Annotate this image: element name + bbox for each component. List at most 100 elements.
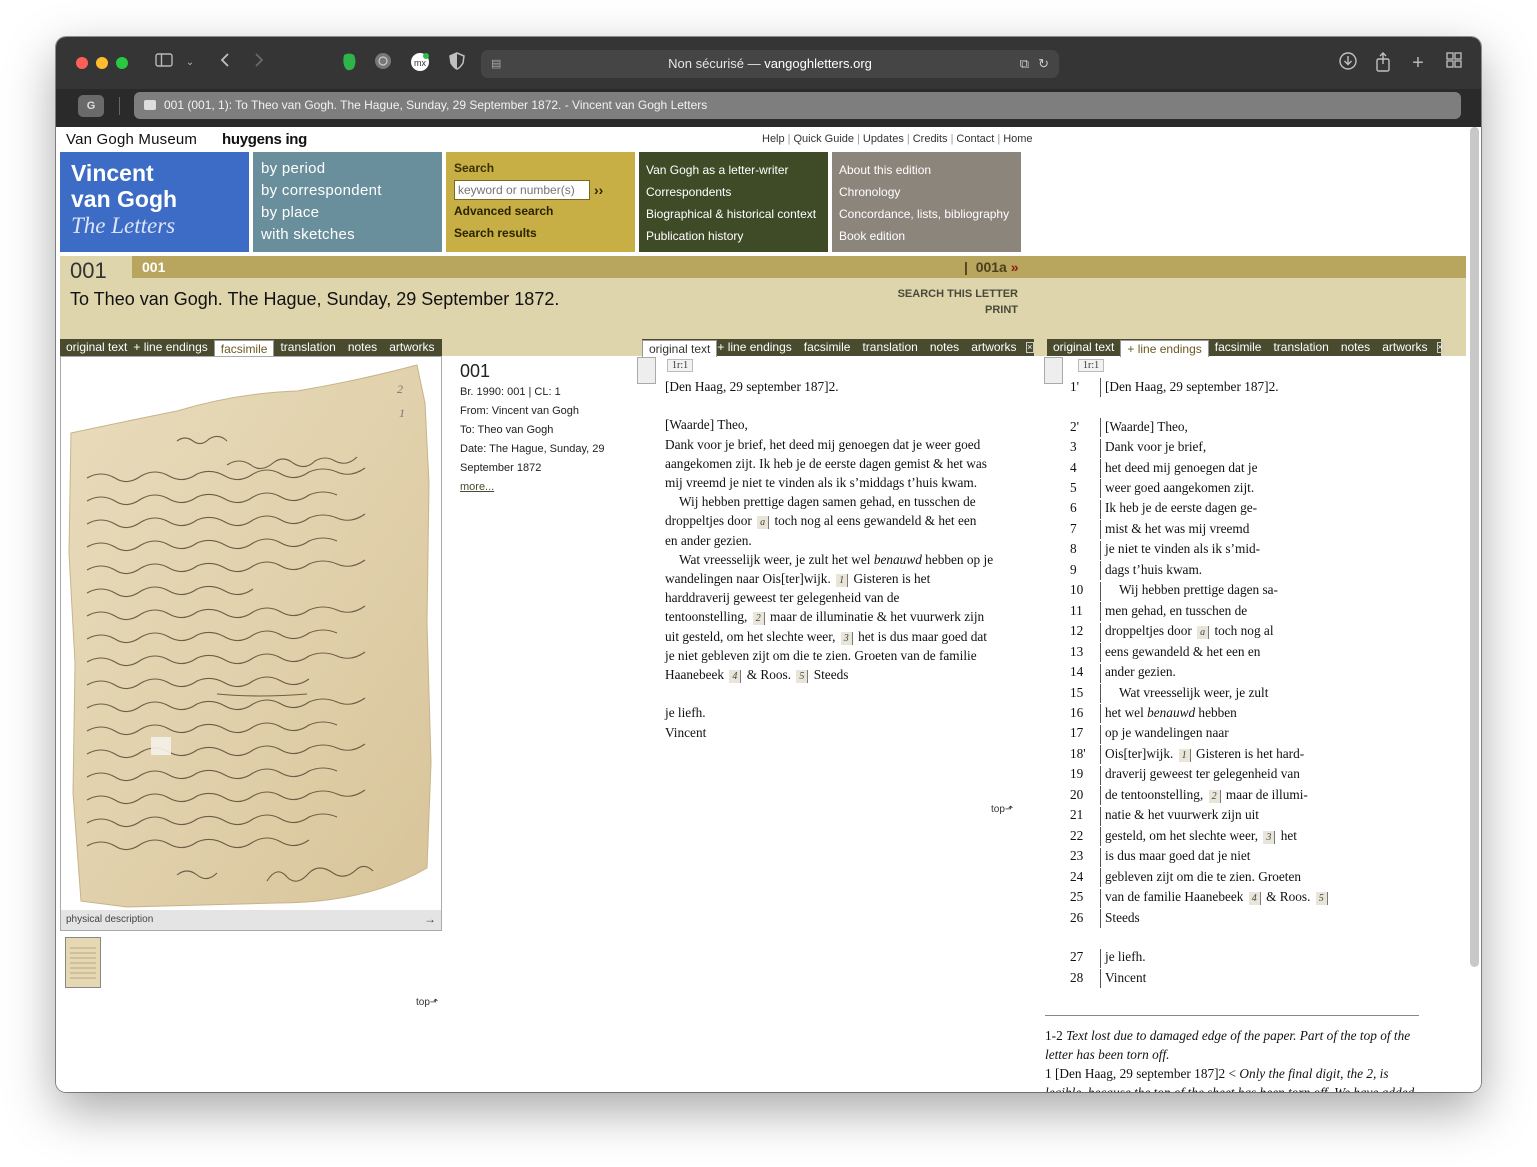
download-icon[interactable] xyxy=(1338,52,1358,74)
close-window-button[interactable] xyxy=(76,57,88,69)
new-tab-icon[interactable]: + xyxy=(1408,52,1428,74)
by-period-link[interactable]: by period xyxy=(261,158,434,180)
tab-notes[interactable]: notes xyxy=(1335,339,1376,356)
site-title-block[interactable]: Vincent van Gogh The Letters xyxy=(60,152,249,252)
arrow-right-icon[interactable]: → xyxy=(424,912,436,926)
tab-artworks[interactable]: artworks xyxy=(383,339,440,356)
van-gogh-museum-logo[interactable]: Van Gogh Museum xyxy=(66,131,197,148)
note-marker-2[interactable]: 2 xyxy=(752,612,765,626)
sidebar-icon[interactable] xyxy=(153,52,175,74)
note-marker-1[interactable]: 1 xyxy=(1178,748,1191,762)
advanced-search-link[interactable]: Advanced search xyxy=(454,200,627,222)
evernote-icon[interactable] xyxy=(338,52,360,74)
text-segment: het is dus maar goed dat xyxy=(858,628,987,644)
physical-description-bar[interactable]: physical description → xyxy=(61,910,441,930)
tab-facsimile[interactable]: facsimile xyxy=(213,340,275,357)
tab-translation[interactable]: translation xyxy=(274,339,341,356)
address-bar[interactable]: ▤ Non sécurisé — vangoghletters.org ⧉ ↻ xyxy=(481,50,1059,78)
facsimile-image[interactable]: 2 1 xyxy=(67,363,435,908)
updates-link[interactable]: Updates xyxy=(863,133,904,145)
home-link[interactable]: Home xyxy=(1003,133,1032,145)
page-thumbnail-icon[interactable] xyxy=(1044,357,1063,384)
huygens-logo[interactable]: huygens ing xyxy=(222,131,307,148)
correspondents-link[interactable]: Correspondents xyxy=(646,181,821,203)
note-marker-2[interactable]: 2 xyxy=(1208,789,1221,803)
tab-line-endings[interactable]: + line endings xyxy=(717,339,797,356)
translate-icon[interactable]: ⧉ xyxy=(1020,50,1029,78)
next-letter-link[interactable]: | 001a » xyxy=(964,259,1019,275)
by-place-link[interactable]: by place xyxy=(261,202,434,224)
book-edition-link[interactable]: Book edition xyxy=(839,225,1014,247)
note-marker-1[interactable]: 1 xyxy=(836,574,849,588)
minimize-window-button[interactable] xyxy=(96,57,108,69)
top-link-middle[interactable]: top⬏ xyxy=(991,804,1013,815)
note-marker-3[interactable]: 3 xyxy=(1263,830,1276,844)
credits-link[interactable]: Credits xyxy=(913,133,948,145)
tab-original-text[interactable]: original text xyxy=(1047,339,1120,356)
tab-original-text[interactable]: original text xyxy=(60,339,133,356)
publication-history-link[interactable]: Publication history xyxy=(646,225,821,247)
extension-mx-icon[interactable]: mx xyxy=(409,52,431,74)
tab-line-endings[interactable]: + line endings xyxy=(133,339,213,356)
chronology-link[interactable]: Chronology xyxy=(839,181,1014,203)
note-marker-3[interactable]: 3 xyxy=(840,631,853,645)
more-link[interactable]: more... xyxy=(460,478,635,497)
note-marker-4[interactable]: 4 xyxy=(1248,892,1261,906)
close-panel-button[interactable]: × xyxy=(1025,342,1034,353)
search-input[interactable] xyxy=(454,180,590,200)
line-number: 24 xyxy=(1070,868,1084,884)
line-row: 6 Ik heb je de eerste dagen ge- xyxy=(1070,498,1430,519)
tab-artworks[interactable]: artworks xyxy=(1376,339,1433,356)
line-text: [Den Haag, 29 september 187]2. xyxy=(1105,379,1279,394)
line-bar xyxy=(1100,724,1101,744)
close-panel-button[interactable]: × xyxy=(1436,342,1444,353)
note-marker-5[interactable]: 5 xyxy=(796,670,809,684)
tab-notes[interactable]: notes xyxy=(342,339,383,356)
line-bar xyxy=(1100,418,1101,438)
tab-line-endings[interactable]: + line endings xyxy=(1120,340,1209,357)
with-sketches-link[interactable]: with sketches xyxy=(261,224,434,246)
chevron-down-icon[interactable]: ⌄ xyxy=(184,52,196,74)
tab-notes[interactable]: notes xyxy=(924,339,965,356)
search-go-button[interactable]: ›› xyxy=(594,182,603,198)
scrollbar[interactable] xyxy=(1470,127,1479,967)
tab-translation[interactable]: translation xyxy=(1267,339,1334,356)
print-link[interactable]: PRINT xyxy=(856,302,1018,318)
search-results-link[interactable]: Search results xyxy=(454,222,627,244)
note-marker-a[interactable]: a xyxy=(1197,626,1210,640)
tab-facsimile[interactable]: facsimile xyxy=(798,339,857,356)
back-icon[interactable] xyxy=(216,52,234,74)
tab-original-text[interactable]: original text xyxy=(642,340,718,357)
meta-number: 001 xyxy=(460,361,491,381)
search-this-letter-link[interactable]: SEARCH THIS LETTER xyxy=(856,286,1018,302)
forward-icon[interactable] xyxy=(250,52,268,74)
about-edition-link[interactable]: About this edition xyxy=(839,159,1014,181)
quick-guide-link[interactable]: Quick Guide xyxy=(793,133,854,145)
tab-overview-icon[interactable] xyxy=(1444,52,1464,74)
line-text: je liefh. xyxy=(1105,949,1146,965)
note-marker-5[interactable]: 5 xyxy=(1315,892,1328,906)
note-marker-4[interactable]: 4 xyxy=(729,670,742,684)
reload-icon[interactable]: ↻ xyxy=(1038,50,1049,78)
tab-artworks[interactable]: artworks xyxy=(965,339,1022,356)
facsimile-thumbnail[interactable] xyxy=(65,937,101,988)
concordance-link[interactable]: Concordance, lists, bibliography xyxy=(839,203,1014,225)
page-thumbnail-icon[interactable] xyxy=(637,357,656,384)
zoom-window-button[interactable] xyxy=(116,57,128,69)
tab-group-button[interactable]: G xyxy=(78,95,104,117)
tab-translation[interactable]: translation xyxy=(856,339,923,356)
contact-link[interactable]: Contact xyxy=(956,133,994,145)
share-icon[interactable] xyxy=(1373,52,1393,74)
line-text: Dank voor je brief, xyxy=(1105,439,1207,455)
biographical-context-link[interactable]: Biographical & historical context xyxy=(646,203,821,225)
tab-facsimile[interactable]: facsimile xyxy=(1209,339,1268,356)
note-marker-a[interactable]: a xyxy=(757,516,770,530)
globe-extension-icon[interactable] xyxy=(372,52,394,74)
active-tab[interactable]: 001 (001, 1): To Theo van Gogh. The Hagu… xyxy=(134,92,1461,119)
italic-text: benauwd xyxy=(1147,705,1196,720)
by-correspondent-link[interactable]: by correspondent xyxy=(261,180,434,202)
shield-icon[interactable] xyxy=(446,52,468,74)
help-link[interactable]: Help xyxy=(762,133,785,145)
letter-writer-link[interactable]: Van Gogh as a letter-writer xyxy=(646,159,821,181)
top-link-left[interactable]: top⬏ xyxy=(416,997,438,1008)
